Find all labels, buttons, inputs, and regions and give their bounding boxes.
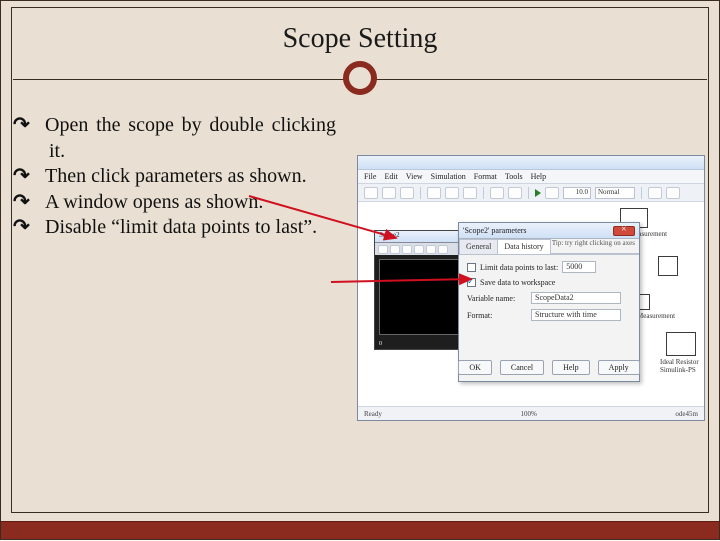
help-button[interactable]: Help [552,360,590,375]
menubar: File Edit View Simulation Format Tools H… [358,170,704,184]
save-workspace-checkbox[interactable] [467,278,476,287]
status-solver: ode45m [675,410,698,418]
parameters-icon[interactable] [390,245,400,254]
scope-axis-label: 0 [379,341,382,347]
lib-icon[interactable] [648,187,662,199]
status-progress: 100% [520,410,536,418]
scope-block[interactable] [658,256,678,276]
cut-icon[interactable] [427,187,441,199]
dialog-body: Limit data points to last: 5000 Save dat… [459,255,639,332]
variable-name-field[interactable]: ScopeData2 [531,292,621,304]
bullet-icon: ↷ [31,113,45,139]
separator [483,187,484,199]
zoom-y-icon[interactable] [426,245,436,254]
menu-item[interactable]: File [364,172,376,181]
dialog-tip: Tip: try right clicking on axes [550,239,639,254]
block-label: Simulink-PS [660,366,696,374]
scope-window[interactable]: Scope2 0 [374,230,466,350]
menu-item[interactable]: Tools [505,172,523,181]
bullet-item: ↷Open the scope by double clicking it. [31,113,336,164]
autoscale-icon[interactable] [438,245,448,254]
dialog-buttons: OK Cancel Help Apply [459,360,639,375]
ring-ornament-icon [343,61,377,95]
redo-icon[interactable] [508,187,522,199]
statusbar: Ready 100% ode45m [358,406,704,420]
print-icon[interactable] [378,245,388,254]
window-titlebar [358,156,704,170]
simulink-window: File Edit View Simulation Format Tools H… [357,155,705,421]
dialog-title-text: 'Scope2' parameters [463,226,527,235]
limit-data-label: Limit data points to last: [480,263,558,272]
zoom-icon[interactable] [402,245,412,254]
slide: Scope Setting ↷Open the scope by double … [0,0,720,540]
new-icon[interactable] [364,187,378,199]
dialog-titlebar: 'Scope2' parameters [459,223,639,239]
tab-general[interactable]: General [459,239,498,254]
tab-data-history[interactable]: Data history [497,239,550,254]
separator [528,187,529,199]
menu-item[interactable]: Edit [384,172,397,181]
cancel-button[interactable]: Cancel [500,360,544,375]
separator [420,187,421,199]
footer-accent [1,521,719,539]
model-expl-icon[interactable] [666,187,680,199]
menu-item[interactable]: View [406,172,423,181]
bullet-icon: ↷ [31,190,45,216]
toolbar: 10.0 Normal [358,184,704,202]
bullet-icon: ↷ [31,164,45,190]
block-label: Ideal Resistor [660,358,699,366]
format-label: Format: [467,311,527,320]
variable-name-label: Variable name: [467,294,527,303]
bullet-item: ↷Then click parameters as shown. [31,164,336,190]
apply-button[interactable]: Apply [598,360,640,375]
save-icon[interactable] [400,187,414,199]
limit-data-field[interactable]: 5000 [562,261,596,273]
save-workspace-label: Save data to workspace [480,278,555,287]
run-icon[interactable] [535,189,541,197]
copy-icon[interactable] [445,187,459,199]
bullet-list: ↷Open the scope by double clicking it. ↷… [31,113,336,241]
paste-icon[interactable] [463,187,477,199]
dialog-tabs: General Data history Tip: try right clic… [459,239,639,255]
scope-parameters-dialog: 'Scope2' parameters General Data history… [458,222,640,382]
separator [641,187,642,199]
status-ready: Ready [364,410,382,418]
format-combo[interactable]: Structure with time [531,309,621,321]
undo-icon[interactable] [490,187,504,199]
model-canvas[interactable]: Voltage Measurement Branch1 Voltage Meas… [358,202,704,406]
close-icon[interactable] [613,226,635,236]
ideal-resistor-block[interactable] [666,332,696,356]
menu-item[interactable]: Format [474,172,497,181]
menu-item[interactable]: Simulation [431,172,466,181]
bullet-item: ↷A window opens as shown. [31,190,336,216]
scope-toolbar [375,243,465,255]
sim-mode-combo[interactable]: Normal [595,187,635,199]
stop-time-field[interactable]: 10.0 [563,187,591,199]
open-icon[interactable] [382,187,396,199]
zoom-x-icon[interactable] [414,245,424,254]
menu-item[interactable]: Help [531,172,547,181]
bullet-item: ↷Disable “limit data points to last”. [31,215,336,241]
scope-title: Scope2 [375,231,465,243]
limit-data-checkbox[interactable] [467,263,476,272]
scope-axes [379,259,461,335]
ok-button[interactable]: OK [458,360,492,375]
bullet-icon: ↷ [31,215,45,241]
stop-icon[interactable] [545,187,559,199]
